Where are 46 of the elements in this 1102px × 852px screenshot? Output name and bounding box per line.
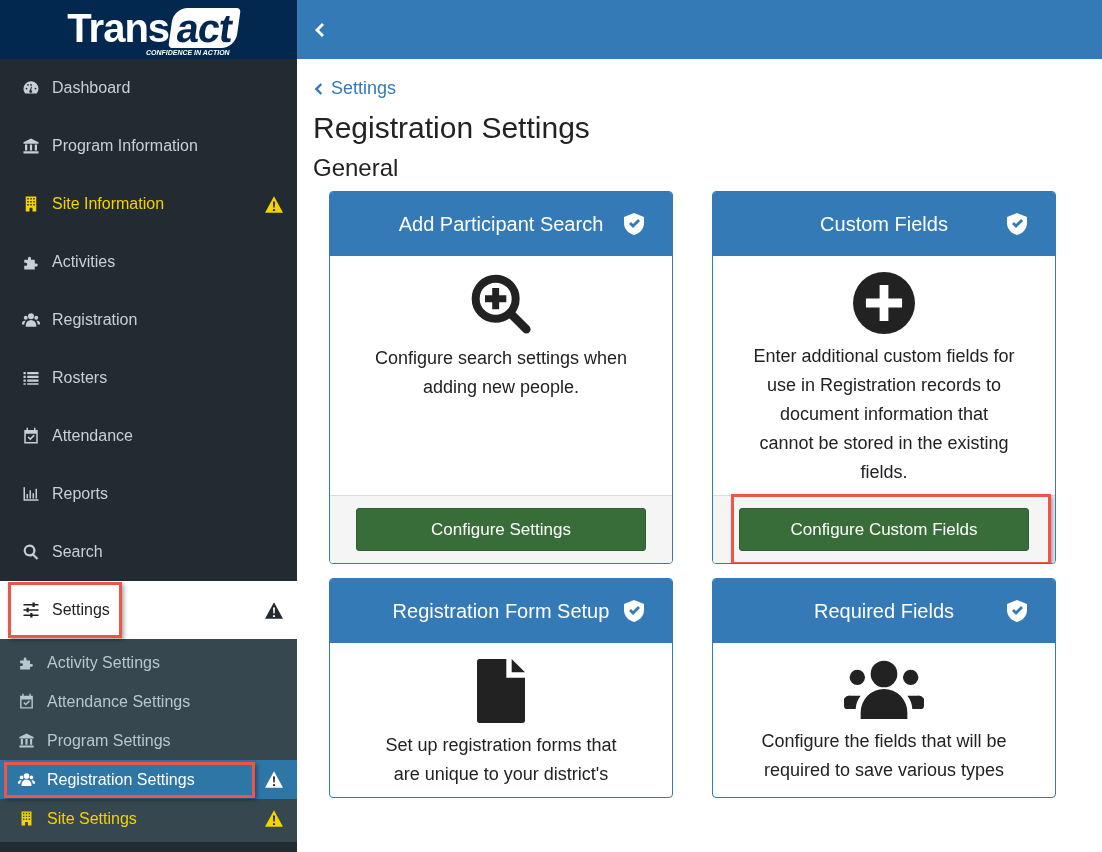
list-icon <box>22 369 40 387</box>
card-title: Registration Form Setup <box>392 598 610 624</box>
card-description: Configure search settings when adding new people. <box>373 346 629 399</box>
bank-icon <box>18 732 35 749</box>
card-description: Configure the fields that will be required to save various types <box>760 729 1008 782</box>
users-icon <box>844 658 924 719</box>
page-title: Registration Settings <box>313 110 591 146</box>
chevron-left-icon <box>313 21 325 38</box>
calendar-check-icon <box>22 427 40 445</box>
card-description: Set up registration forms that are unique to your district's <box>384 733 618 786</box>
collapse-sidebar-button[interactable] <box>313 21 325 38</box>
configure-button[interactable]: Configure Custom Fields <box>739 507 1029 551</box>
sidebar-item[interactable]: Attendance Settings <box>0 682 297 721</box>
card-title: Custom Fields <box>820 211 948 237</box>
sidebar-item[interactable]: Program Settings <box>0 721 297 760</box>
section-heading: General <box>313 154 400 183</box>
sidebar-item[interactable]: Site Information <box>0 175 297 233</box>
users-icon <box>18 771 35 788</box>
bank-icon <box>22 137 40 155</box>
sidebar-item[interactable]: Dashboard <box>0 59 297 117</box>
breadcrumb-link[interactable]: Settings <box>313 75 397 102</box>
sidebar-item[interactable]: Activities <box>0 233 297 291</box>
configure-button[interactable]: Configure Settings <box>356 507 646 551</box>
plus-circle-icon <box>853 271 915 334</box>
sidebar-item[interactable]: Activity Settings <box>0 643 297 682</box>
sidebar-item[interactable]: Registration Settings <box>0 760 297 799</box>
sidebar-item[interactable]: Registration <box>0 291 297 349</box>
sidebar-item[interactable]: Settings <box>0 581 297 639</box>
sidebar-item[interactable]: Program Information <box>0 117 297 175</box>
card-title: Required Fields <box>813 598 955 624</box>
file-icon <box>477 658 525 723</box>
bar-chart-icon <box>22 485 40 503</box>
chevron-left-icon <box>313 80 323 97</box>
logo: Transact <box>67 8 238 48</box>
card-description: Enter additional custom fields for use in Registration records to document information that cannot be stored in the existing fields. <box>753 344 1015 484</box>
sidebar-item[interactable]: Search <box>0 523 297 581</box>
users-icon <box>22 311 40 329</box>
sidebar-item[interactable]: Site Settings <box>0 799 297 838</box>
search-icon <box>22 543 40 561</box>
sidebar-item[interactable]: Rosters <box>0 349 297 407</box>
sidebar-item[interactable]: Attendance <box>0 407 297 465</box>
sliders-icon <box>22 601 40 619</box>
gauge-icon <box>22 79 40 97</box>
card-title: Add Participant Search <box>398 211 604 237</box>
calendar-check-icon <box>18 693 35 710</box>
sidebar-item[interactable]: Reports <box>0 465 297 523</box>
